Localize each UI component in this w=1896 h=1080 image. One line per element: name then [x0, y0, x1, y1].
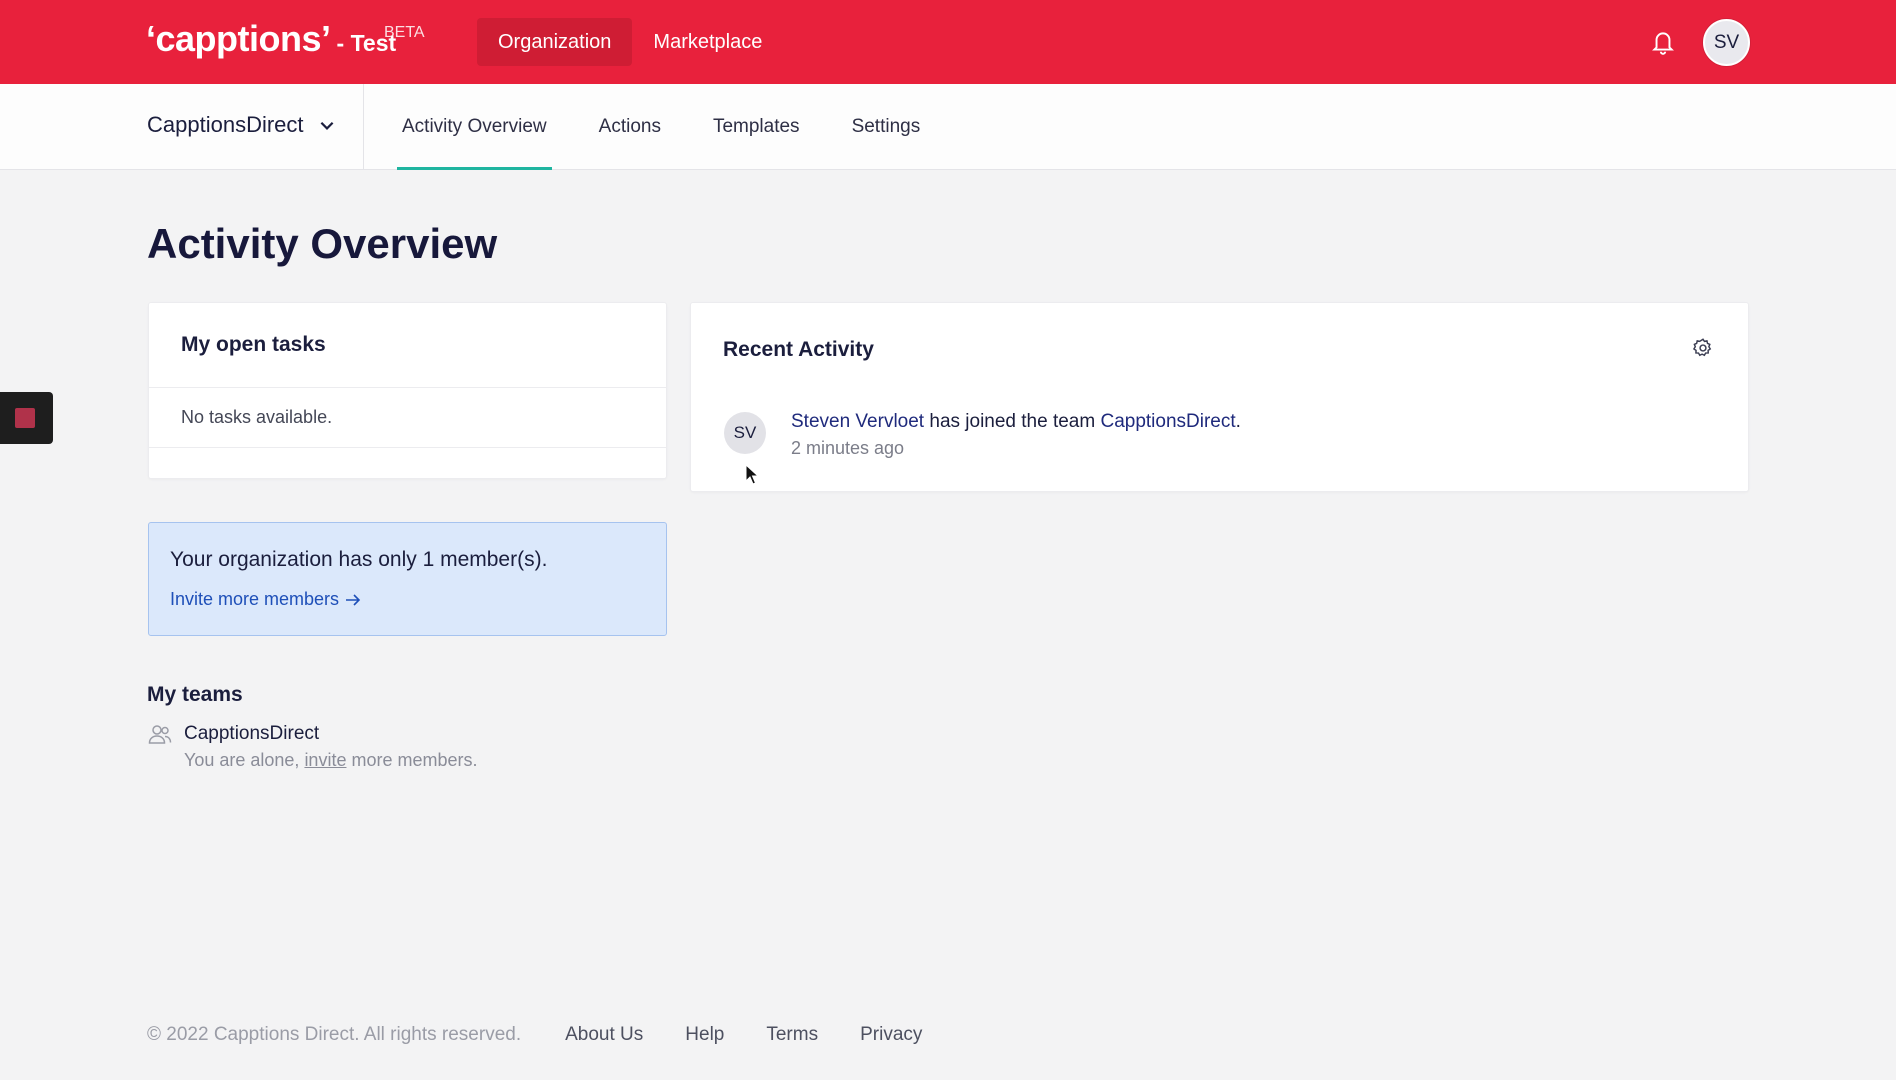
tab-settings[interactable]: Settings [847, 84, 926, 170]
activity-end: . [1235, 411, 1241, 432]
activity-team-link[interactable]: CapptionsDirect [1100, 411, 1235, 432]
footer-link-terms[interactable]: Terms [766, 1024, 818, 1046]
top-nav: Organization Marketplace [477, 18, 783, 66]
footer: © 2022 Capptions Direct. All rights rese… [147, 1024, 922, 1046]
team-status-after: more members. [346, 750, 478, 770]
team-selector[interactable]: CapptionsDirect [147, 112, 336, 138]
activity-user-link[interactable]: Steven Vervloet [791, 411, 924, 432]
tab-actions[interactable]: Actions [594, 84, 666, 170]
activity-avatar: SV [724, 412, 766, 454]
activity-text: Steven Vervloet has joined the team Capp… [791, 411, 1241, 433]
footer-link-help[interactable]: Help [685, 1024, 724, 1046]
recent-activity-card: Recent Activity SV Steven Vervloet has j… [690, 302, 1749, 492]
user-avatar[interactable]: SV [1703, 19, 1750, 66]
team-name-link[interactable]: CapptionsDirect [184, 723, 319, 745]
users-icon [148, 725, 172, 744]
chevron-down-icon [320, 121, 333, 130]
open-tasks-title: My open tasks [149, 303, 666, 388]
my-teams-title: My teams [147, 683, 243, 706]
tab-activity-overview[interactable]: Activity Overview [397, 84, 552, 170]
sub-nav: Activity Overview Actions Templates Sett… [397, 84, 967, 170]
open-tasks-card: My open tasks No tasks available. [148, 302, 667, 479]
beta-badge: BETA [384, 24, 425, 41]
mouse-cursor-icon [745, 464, 759, 485]
footer-copyright: © 2022 Capptions Direct. All rights rese… [147, 1024, 522, 1045]
arrow-right-icon [346, 593, 361, 606]
activity-time: 2 minutes ago [791, 438, 905, 458]
team-status-before: You are alone, [184, 750, 305, 770]
top-header: ‘capptions’ - Test BETA Organization Mar… [0, 0, 1896, 84]
brand-logo: ‘capptions’ [146, 18, 331, 59]
member-notice-message: Your organization has only 1 member(s). [170, 548, 548, 571]
gear-icon[interactable] [1692, 337, 1714, 359]
team-status: You are alone, invite more members. [184, 750, 478, 771]
nav-marketplace[interactable]: Marketplace [632, 18, 783, 66]
member-notice: Your organization has only 1 member(s). … [148, 522, 667, 636]
sub-header: CapptionsDirect Activity Overview Action… [0, 84, 1896, 170]
divider [363, 84, 364, 170]
open-tasks-empty: No tasks available. [149, 388, 666, 448]
activity-action: has joined the team [924, 411, 1101, 432]
invite-members-label: Invite more members [170, 589, 340, 609]
team-invite-link[interactable]: invite [304, 750, 346, 770]
nav-organization[interactable]: Organization [477, 18, 633, 66]
footer-link-about[interactable]: About Us [565, 1024, 643, 1046]
brand[interactable]: ‘capptions’ - Test BETA [146, 18, 425, 60]
stop-icon [15, 408, 35, 428]
footer-link-privacy[interactable]: Privacy [860, 1024, 922, 1046]
recent-activity-title: Recent Activity [723, 338, 874, 361]
team-selector-label: CapptionsDirect [147, 112, 304, 137]
tab-templates[interactable]: Templates [708, 84, 805, 170]
bell-icon[interactable] [1650, 28, 1676, 56]
invite-members-link[interactable]: Invite more members [170, 589, 361, 610]
page-title: Activity Overview [147, 220, 498, 267]
side-record-button[interactable] [0, 392, 53, 444]
